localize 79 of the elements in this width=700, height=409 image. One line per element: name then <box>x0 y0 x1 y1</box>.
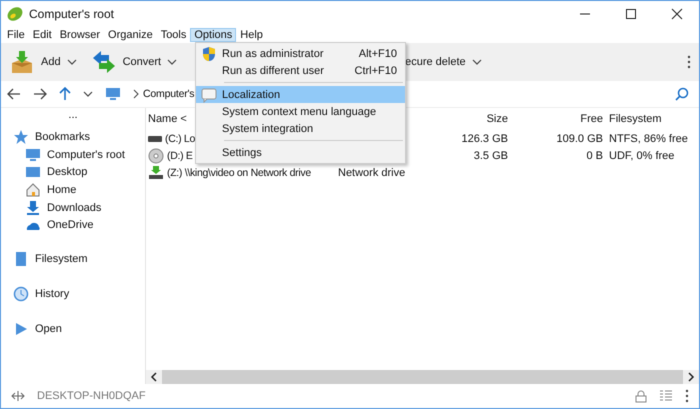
sidebar-item[interactable]: Home <box>47 184 76 196</box>
toolbar-button[interactable]: Add <box>41 56 61 68</box>
chevron-icon[interactable] <box>133 89 139 99</box>
menu-item[interactable]: Browser <box>56 28 104 42</box>
computer-name: DESKTOP-NH0DQAF <box>37 390 146 402</box>
scroll-left-icon[interactable] <box>150 372 158 382</box>
list-view-icon[interactable] <box>659 390 673 402</box>
table-cell-text: 0 B <box>585 150 603 162</box>
sidebar-item[interactable]: Open <box>35 322 62 335</box>
maximize-icon[interactable] <box>625 8 637 20</box>
menu-item[interactable]: Tools <box>156 28 190 42</box>
download-icon <box>25 200 41 216</box>
search-icon[interactable] <box>675 87 689 101</box>
more-button[interactable]: ... <box>1 108 145 126</box>
menu-item[interactable]: File <box>3 28 29 42</box>
table-cell-text: 109.0 GB <box>556 132 603 144</box>
scrollbar-thumb[interactable] <box>162 370 683 384</box>
more-icon[interactable] <box>685 389 689 403</box>
table-cell: (C:) Lo <box>165 132 195 144</box>
close-icon[interactable] <box>671 8 683 20</box>
lock-icon[interactable] <box>635 390 647 402</box>
menu-option[interactable]: Run as administrator Alt+F10 <box>196 45 405 62</box>
speech-bubble-icon <box>201 86 217 102</box>
table-cell: (Z:) \\king\video on Network drive <box>167 166 311 178</box>
table-cell-text: 3.5 GB <box>472 150 508 162</box>
table-cell: (D:) E <box>167 150 193 162</box>
up-icon[interactable] <box>59 87 71 101</box>
caret-icon[interactable] <box>66 58 77 66</box>
shield-icon <box>201 46 217 62</box>
shortcut-label: Ctrl+F10 <box>354 64 397 76</box>
menu-item[interactable]: Organize <box>104 28 157 42</box>
monitor-icon <box>25 146 41 163</box>
scroll-right-icon[interactable] <box>687 372 695 382</box>
toolbar-button[interactable]: ecure delete <box>405 56 466 68</box>
menu-item[interactable]: Help <box>236 28 267 42</box>
app-logo-icon <box>7 6 23 22</box>
breadcrumb-item[interactable]: Computer's <box>143 88 194 100</box>
star-icon <box>13 129 29 145</box>
window-title: Computer's root <box>29 7 114 21</box>
sidebar-item[interactable]: Filesystem <box>35 252 88 265</box>
menu-option[interactable]: System context menu language <box>196 103 405 120</box>
sidebar-item[interactable]: OneDrive <box>47 219 94 232</box>
sidebar-item[interactable]: Computer's root <box>47 148 125 161</box>
clock-icon <box>13 286 29 302</box>
menu-option[interactable]: Settings <box>196 144 405 161</box>
table-cell-text: Network drive <box>338 166 406 178</box>
menu-option[interactable]: System integration <box>196 120 405 137</box>
sidebar-item[interactable]: Desktop <box>47 166 88 178</box>
shortcut-label: Alt+F10 <box>358 48 397 60</box>
play-icon <box>13 320 29 337</box>
house-icon <box>25 182 41 198</box>
arrows-icon[interactable] <box>90 49 117 75</box>
menu-option[interactable]: Localization <box>196 86 405 103</box>
drive-icon <box>148 136 162 142</box>
table-cell-text: NTFS, 86% free <box>608 132 689 144</box>
box-icon[interactable] <box>9 49 35 75</box>
panel-icon <box>13 250 29 267</box>
menu-item[interactable]: Options <box>190 28 236 42</box>
forward-icon[interactable] <box>33 88 47 100</box>
menu-option[interactable]: Run as different user Ctrl+F10 <box>196 62 405 79</box>
sidebar-item[interactable]: History <box>35 288 70 300</box>
caret-icon[interactable] <box>83 90 93 98</box>
move-icon[interactable] <box>11 391 25 401</box>
disc-icon <box>148 148 164 164</box>
menu-item[interactable]: Edit <box>28 28 56 42</box>
table-cell-text: 126.3 GB <box>460 132 508 144</box>
monitor-icon <box>105 87 121 101</box>
back-icon[interactable] <box>7 88 21 100</box>
network-drive-icon <box>148 164 164 180</box>
column-header[interactable]: Filesystem <box>603 113 699 125</box>
sidebar-item[interactable]: Downloads <box>47 202 102 214</box>
toolbar-button[interactable]: Convert <box>122 56 162 68</box>
caret-icon[interactable] <box>167 58 178 66</box>
more-icon[interactable] <box>687 55 691 69</box>
column-header[interactable]: Size <box>438 113 508 125</box>
sidebar-item[interactable]: Bookmarks <box>35 131 90 143</box>
column-header[interactable]: Free <box>508 113 603 125</box>
caret-icon[interactable] <box>472 58 482 66</box>
table-cell-text: UDF, 0% free <box>608 150 676 162</box>
